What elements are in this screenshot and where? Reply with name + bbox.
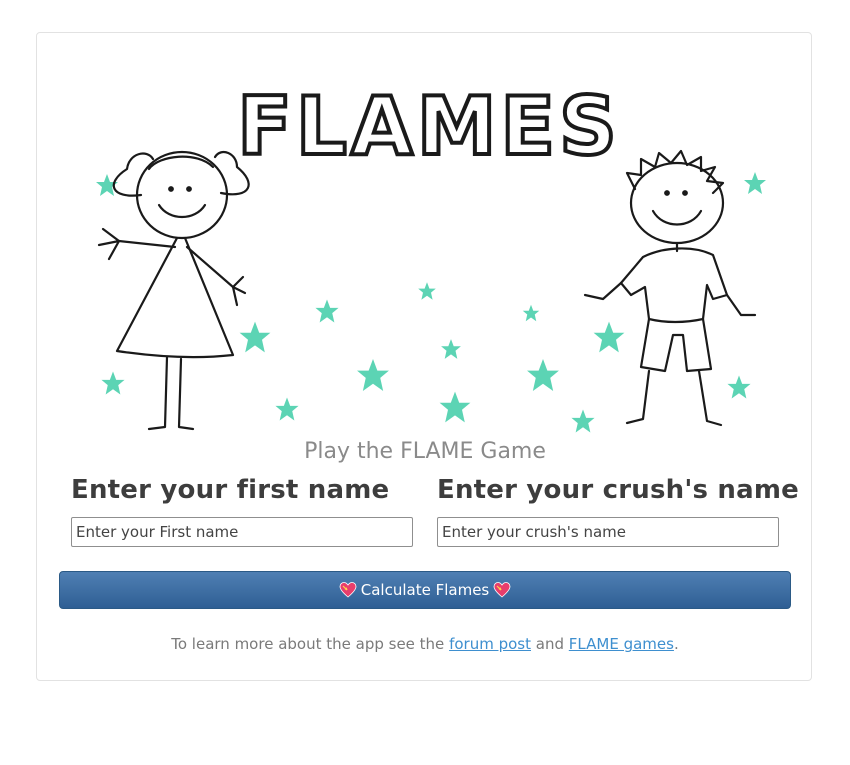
star-icon bbox=[101, 371, 125, 395]
heart-icon bbox=[339, 581, 357, 599]
star-icon bbox=[275, 397, 299, 421]
star-icon bbox=[744, 172, 766, 194]
hero-illustration: FLAMES bbox=[37, 33, 813, 453]
flame-games-link[interactable]: FLAME games bbox=[569, 635, 674, 653]
forum-post-link[interactable]: forum post bbox=[449, 635, 531, 653]
star-icon bbox=[418, 282, 436, 300]
flames-card: FLAMES Play the FLAME Game Enter your fi… bbox=[36, 32, 812, 681]
star-icon bbox=[571, 409, 595, 433]
crush-name-input[interactable] bbox=[437, 517, 779, 547]
star-icon bbox=[441, 339, 461, 359]
star-icon bbox=[593, 321, 625, 353]
footer-suffix: . bbox=[673, 635, 679, 653]
footer-prefix: To learn more about the app see the bbox=[171, 635, 445, 653]
game-subtitle: Play the FLAME Game bbox=[304, 439, 546, 464]
crush-name-label: Enter your crush's name bbox=[437, 475, 799, 505]
flames-title: FLAMES bbox=[237, 80, 620, 173]
heart-icon bbox=[493, 581, 511, 599]
footer-info: To learn more about the app see the foru… bbox=[37, 635, 813, 653]
calculate-flames-button[interactable]: Calculate Flames bbox=[59, 571, 791, 609]
star-icon bbox=[439, 391, 471, 423]
girl-figure bbox=[97, 150, 250, 431]
footer-joiner: and bbox=[535, 635, 565, 653]
star-icon bbox=[727, 375, 751, 399]
first-name-input[interactable] bbox=[71, 517, 413, 547]
first-name-label: Enter your first name bbox=[71, 475, 390, 505]
stars-decoration bbox=[96, 172, 766, 433]
star-icon bbox=[357, 359, 389, 391]
star-icon bbox=[239, 321, 271, 353]
calculate-button-label: Calculate Flames bbox=[360, 581, 490, 599]
star-icon bbox=[315, 299, 339, 323]
hero-svg: FLAMES bbox=[96, 78, 766, 433]
star-icon bbox=[522, 304, 540, 322]
star-icon bbox=[527, 359, 559, 391]
